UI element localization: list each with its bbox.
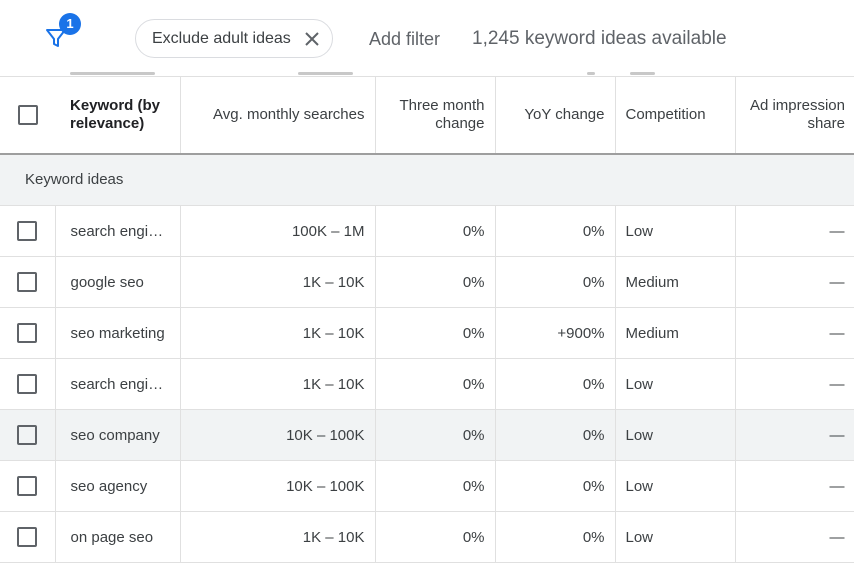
three-month-cell: 0% (375, 409, 496, 461)
chip-label: Exclude adult ideas (152, 29, 291, 47)
select-all-checkbox[interactable] (17, 104, 38, 125)
competition-cell: Low (615, 460, 736, 512)
row-checkbox[interactable] (17, 527, 38, 547)
avg-searches-cell: 1K – 10K (180, 256, 376, 308)
row-checkbox[interactable] (17, 374, 38, 394)
column-header-competition[interactable]: Competition (615, 76, 736, 155)
filter-count-badge: 1 (59, 13, 81, 35)
table-row[interactable]: search engine marketing 1K – 10K 0% 0% L… (0, 358, 854, 410)
keyword-cell: seo marketing (55, 307, 181, 359)
exclude-adult-ideas-chip[interactable]: Exclude adult ideas (135, 19, 333, 58)
avg-searches-cell: 1K – 10K (180, 358, 376, 410)
yoy-cell: 0% (495, 205, 616, 257)
table-row[interactable]: search engine optimization 100K – 1M 0% … (0, 205, 854, 257)
scrolled-content-edge (0, 66, 854, 76)
yoy-cell: 0% (495, 358, 616, 410)
three-month-cell: 0% (375, 511, 496, 563)
yoy-cell: +900% (495, 307, 616, 359)
table-row[interactable]: seo agency 10K – 100K 0% 0% Low — (0, 460, 854, 512)
row-checkbox[interactable] (17, 323, 38, 343)
table-row[interactable]: google seo 1K – 10K 0% 0% Medium — (0, 256, 854, 308)
three-month-cell: 0% (375, 256, 496, 308)
table-header-row: Keyword (by relevance) Avg. monthly sear… (0, 76, 854, 155)
three-month-cell: 0% (375, 307, 496, 359)
group-label: Keyword ideas (0, 153, 854, 206)
table-row[interactable]: seo company 10K – 100K 0% 0% Low — (0, 409, 854, 461)
add-filter-button[interactable]: Add filter (369, 29, 440, 50)
keyword-cell: search engine marketing (55, 358, 181, 410)
competition-cell: Low (615, 409, 736, 461)
avg-searches-cell: 10K – 100K (180, 409, 376, 461)
column-header-ad-impression-share[interactable]: Ad impression share (735, 76, 854, 155)
table-row[interactable]: seo marketing 1K – 10K 0% +900% Medium — (0, 307, 854, 359)
column-header-avg-monthly-searches[interactable]: Avg. monthly searches (180, 76, 376, 155)
ad-share-cell: — (735, 205, 854, 257)
row-checkbox[interactable] (17, 221, 38, 241)
keyword-ideas-count: 1,245 keyword ideas available (472, 28, 727, 49)
avg-searches-cell: 100K – 1M (180, 205, 376, 257)
group-header-row: Keyword ideas (0, 153, 854, 206)
avg-searches-cell: 10K – 100K (180, 460, 376, 512)
three-month-cell: 0% (375, 460, 496, 512)
competition-cell: Low (615, 205, 736, 257)
ad-share-cell: — (735, 256, 854, 308)
column-header-three-month-change[interactable]: Three month change (375, 76, 496, 155)
filter-bar: 1 Exclude adult ideas Add filter 1,245 k… (0, 0, 854, 76)
table-row[interactable]: on page seo 1K – 10K 0% 0% Low — (0, 511, 854, 563)
keyword-ideas-table: Keyword (by relevance) Avg. monthly sear… (0, 76, 854, 563)
row-checkbox[interactable] (17, 476, 38, 496)
ad-share-cell: — (735, 307, 854, 359)
yoy-cell: 0% (495, 511, 616, 563)
column-header-yoy-change[interactable]: YoY change (495, 76, 616, 155)
keyword-cell: on page seo (55, 511, 181, 563)
three-month-cell: 0% (375, 205, 496, 257)
ad-share-cell: — (735, 460, 854, 512)
keyword-cell: search engine optimization (55, 205, 181, 257)
yoy-cell: 0% (495, 256, 616, 308)
competition-cell: Medium (615, 307, 736, 359)
yoy-cell: 0% (495, 460, 616, 512)
keyword-cell: seo company (55, 409, 181, 461)
ad-share-cell: — (735, 511, 854, 563)
keyword-cell: seo agency (55, 460, 181, 512)
row-checkbox[interactable] (17, 425, 38, 445)
close-icon[interactable] (302, 29, 322, 49)
avg-searches-cell: 1K – 10K (180, 511, 376, 563)
ad-share-cell: — (735, 358, 854, 410)
select-all-cell (0, 76, 55, 155)
ad-share-cell: — (735, 409, 854, 461)
keyword-cell: google seo (55, 256, 181, 308)
avg-searches-cell: 1K – 10K (180, 307, 376, 359)
competition-cell: Low (615, 511, 736, 563)
competition-cell: Medium (615, 256, 736, 308)
competition-cell: Low (615, 358, 736, 410)
column-header-keyword[interactable]: Keyword (by relevance) (55, 76, 181, 155)
yoy-cell: 0% (495, 409, 616, 461)
row-checkbox[interactable] (17, 272, 38, 292)
three-month-cell: 0% (375, 358, 496, 410)
